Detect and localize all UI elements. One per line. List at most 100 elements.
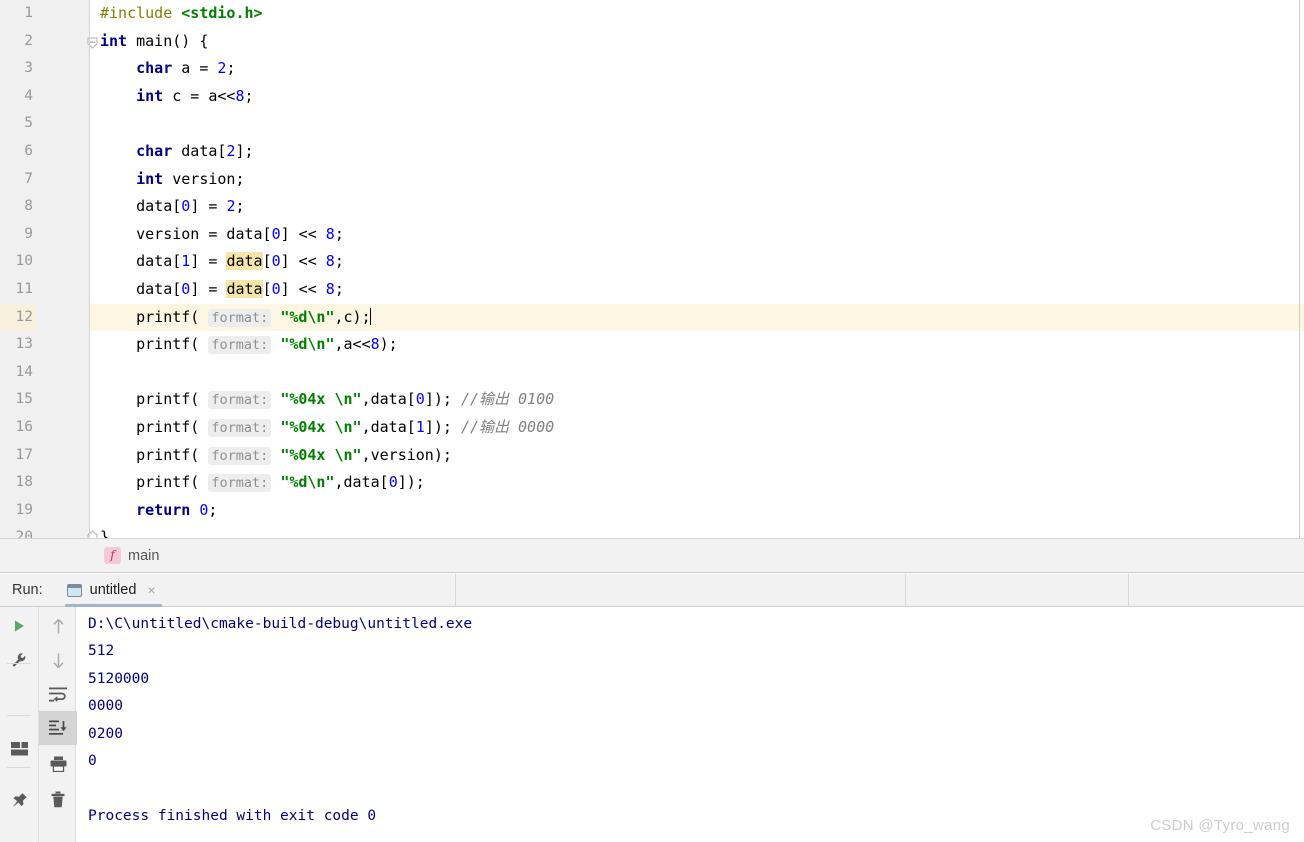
editor-line[interactable]: 9 version = data[0] << 8; xyxy=(0,220,1304,249)
gutter-icon-slot[interactable] xyxy=(36,82,90,111)
line-content[interactable]: data[0] = data[0] << 8; xyxy=(100,276,344,304)
print-button[interactable] xyxy=(39,747,77,781)
gutter-icon-slot[interactable] xyxy=(36,413,90,442)
code-token: "%d\n" xyxy=(280,335,335,354)
code-token: c = a<< xyxy=(163,86,236,105)
line-content[interactable]: printf( format: "%d\n",data[0]); xyxy=(100,469,425,497)
code-token: 0 xyxy=(181,279,191,298)
breadcrumb-item-main[interactable]: f main xyxy=(104,547,159,564)
line-content[interactable]: int c = a<<8; xyxy=(100,83,253,111)
gutter-icon-slot[interactable] xyxy=(36,0,90,28)
editor-line[interactable]: 5 xyxy=(0,110,1304,138)
code-token: main() { xyxy=(127,31,209,50)
editor-line[interactable]: 18 printf( format: "%d\n",data[0]); xyxy=(0,469,1304,497)
editor-line[interactable]: 11 data[0] = data[0] << 8; xyxy=(0,275,1304,304)
gutter-icon-slot[interactable] xyxy=(36,27,90,56)
gutter-icon-slot[interactable] xyxy=(36,55,90,83)
gutter-icon-slot[interactable] xyxy=(36,496,90,525)
editor-line[interactable]: 10 data[1] = data[0] << 8; xyxy=(0,248,1304,276)
editor-line[interactable]: 14 xyxy=(0,358,1304,387)
editor-line[interactable]: 8 data[0] = 2; xyxy=(0,193,1304,221)
line-content[interactable]: printf( format: "%04x \n",version); xyxy=(100,442,452,470)
line-content[interactable]: printf( format: "%04x \n",data[1]); //输出… xyxy=(100,414,554,442)
gutter-icon-slot[interactable] xyxy=(36,358,90,387)
line-content[interactable]: char data[2]; xyxy=(100,138,253,166)
clear-all-button[interactable] xyxy=(39,782,77,816)
gutter-icon-slot[interactable] xyxy=(36,331,90,359)
editor-line[interactable]: 15 printf( format: "%04x \n",data[0]); /… xyxy=(0,386,1304,414)
run-tab-untitled[interactable]: untitled × xyxy=(64,574,162,607)
code-token: 0 xyxy=(415,390,425,409)
editor-line[interactable]: 19 return 0; xyxy=(0,496,1304,525)
editor-line[interactable]: 3 char a = 2; xyxy=(0,55,1304,83)
editor-line[interactable]: 4 int c = a<<8; xyxy=(0,82,1304,111)
parameter-hint: format: xyxy=(208,391,272,410)
gutter-icon-slot[interactable] xyxy=(36,248,90,276)
gutter-icon-slot[interactable] xyxy=(36,524,90,538)
down-the-stack-button[interactable] xyxy=(39,643,77,677)
gutter-icon-slot[interactable] xyxy=(36,441,90,470)
editor-right-separator xyxy=(1299,0,1300,538)
editor-line[interactable]: 2 int main() { xyxy=(0,27,1304,56)
line-content[interactable]: } xyxy=(100,524,109,538)
line-content[interactable]: printf( format: "%d\n",a<<8); xyxy=(100,331,398,359)
editor-line[interactable]: 12 printf( format: "%d\n",c); xyxy=(0,303,1304,332)
scroll-to-end-icon xyxy=(49,720,67,735)
code-token: data[ xyxy=(172,141,227,160)
stop-button[interactable] xyxy=(0,680,38,714)
editor-line[interactable]: 20} xyxy=(0,524,1304,538)
code-token: version; xyxy=(163,169,245,188)
scroll-to-end-button[interactable] xyxy=(39,711,77,745)
play-icon xyxy=(15,620,24,632)
editor-line[interactable]: 13 printf( format: "%d\n",a<<8); xyxy=(0,331,1304,359)
gutter-icon-slot[interactable] xyxy=(36,386,90,414)
line-content[interactable]: printf( format: "%04x \n",data[0]); //输出… xyxy=(100,386,554,414)
editor-line[interactable]: 7 int version; xyxy=(0,165,1304,194)
pin-tab-button[interactable] xyxy=(0,783,38,817)
line-content[interactable]: int main() { xyxy=(100,28,208,56)
console-output[interactable]: D:\C\untitled\cmake-build-debug\untitled… xyxy=(77,607,1304,842)
console-window-icon xyxy=(66,583,82,597)
gutter-icon-slot[interactable] xyxy=(36,137,90,166)
editor-line[interactable]: 17 printf( format: "%04x \n",version); xyxy=(0,441,1304,470)
code-editor[interactable]: 1 #include <stdio.h> 2 int main() {3 char a… xyxy=(0,0,1304,538)
line-content[interactable]: #include <stdio.h> xyxy=(100,0,263,28)
toolbar-divider xyxy=(7,663,31,664)
line-content[interactable]: return 0; xyxy=(100,497,217,525)
editor-line[interactable]: 6 char data[2]; xyxy=(0,137,1304,166)
editor-line[interactable]: 1 #include <stdio.h> xyxy=(0,0,1304,28)
code-token: [ xyxy=(262,279,272,298)
code-token: int xyxy=(100,31,128,50)
up-the-stack-button[interactable] xyxy=(39,609,77,643)
close-icon[interactable]: × xyxy=(147,583,155,597)
line-content[interactable]: char a = 2; xyxy=(100,55,235,83)
soft-wrap-button[interactable] xyxy=(39,677,77,711)
gutter-icon-slot[interactable] xyxy=(36,220,90,249)
gutter-icon-slot[interactable] xyxy=(36,165,90,194)
line-content[interactable]: data[0] = 2; xyxy=(100,193,244,221)
line-content[interactable]: data[1] = data[0] << 8; xyxy=(100,248,344,276)
editor-line[interactable]: 16 printf( format: "%04x \n",data[1]); /… xyxy=(0,413,1304,442)
code-token: ]); xyxy=(424,390,461,409)
gutter-icon-slot[interactable] xyxy=(36,275,90,304)
code-token: "%04x \n" xyxy=(280,445,362,464)
line-content[interactable]: version = data[0] << 8; xyxy=(100,221,344,249)
rerun-button[interactable] xyxy=(0,609,38,643)
line-content[interactable]: printf( format: "%d\n",c); xyxy=(100,304,371,332)
toolbar-divider xyxy=(7,715,31,716)
line-number: 1 xyxy=(0,0,36,28)
build-settings-button[interactable] xyxy=(0,643,38,677)
line-number: 2 xyxy=(0,27,36,56)
gutter-icon-slot[interactable] xyxy=(36,193,90,221)
gutter-icon-slot[interactable] xyxy=(36,303,90,332)
line-number: 7 xyxy=(0,165,36,194)
gutter-icon-slot[interactable] xyxy=(36,469,90,497)
line-content[interactable]: int version; xyxy=(100,166,245,194)
code-token: "%d\n" xyxy=(280,307,335,326)
layout-button[interactable] xyxy=(0,732,38,766)
parameter-hint: format: xyxy=(208,308,272,327)
gutter-icon-slot[interactable] xyxy=(36,110,90,138)
